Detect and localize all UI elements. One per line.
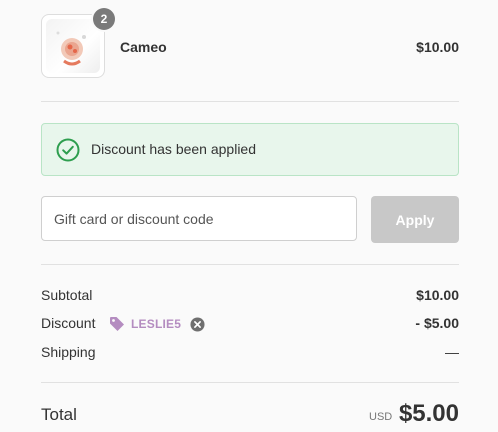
total-value: $5.00 xyxy=(398,400,459,427)
notice-text: Discount has been applied xyxy=(91,141,257,157)
divider xyxy=(41,382,459,383)
line-item: 2 Cameo $10.00 xyxy=(41,8,459,79)
check-circle-icon xyxy=(56,138,80,162)
quantity-badge: 2 xyxy=(93,8,115,30)
discount-value: - $5.00 xyxy=(415,315,459,331)
remove-discount-icon[interactable] xyxy=(190,316,205,332)
cameo-product-image xyxy=(46,19,100,73)
discount-row: Discount LESLIE5 - $5.00 xyxy=(41,315,459,335)
discount-tag: LESLIE5 xyxy=(109,316,205,332)
currency-code: USD xyxy=(369,411,393,423)
subtotal-row: Subtotal $10.00 xyxy=(41,287,459,307)
divider xyxy=(41,101,459,102)
discount-applied-notice: Discount has been applied xyxy=(41,123,459,176)
discount-code: LESLIE5 xyxy=(131,317,182,331)
subtotal-label: Subtotal xyxy=(41,287,93,303)
product-name: Cameo xyxy=(120,39,167,55)
apply-button[interactable]: Apply xyxy=(371,196,459,243)
product-price: $10.00 xyxy=(416,39,459,55)
shipping-value: — xyxy=(445,344,459,360)
total-label: Total xyxy=(41,405,77,424)
subtotal-value: $10.00 xyxy=(416,287,459,303)
shipping-row: Shipping — xyxy=(41,344,459,364)
discount-code-placeholder: Gift card or discount code xyxy=(54,211,214,227)
discount-label: Discount xyxy=(41,315,96,331)
divider xyxy=(41,264,459,265)
discount-code-input[interactable]: Gift card or discount code xyxy=(41,196,357,241)
tag-icon xyxy=(110,317,124,331)
product-thumbnail: 2 xyxy=(41,8,115,78)
shipping-label: Shipping xyxy=(41,344,96,360)
